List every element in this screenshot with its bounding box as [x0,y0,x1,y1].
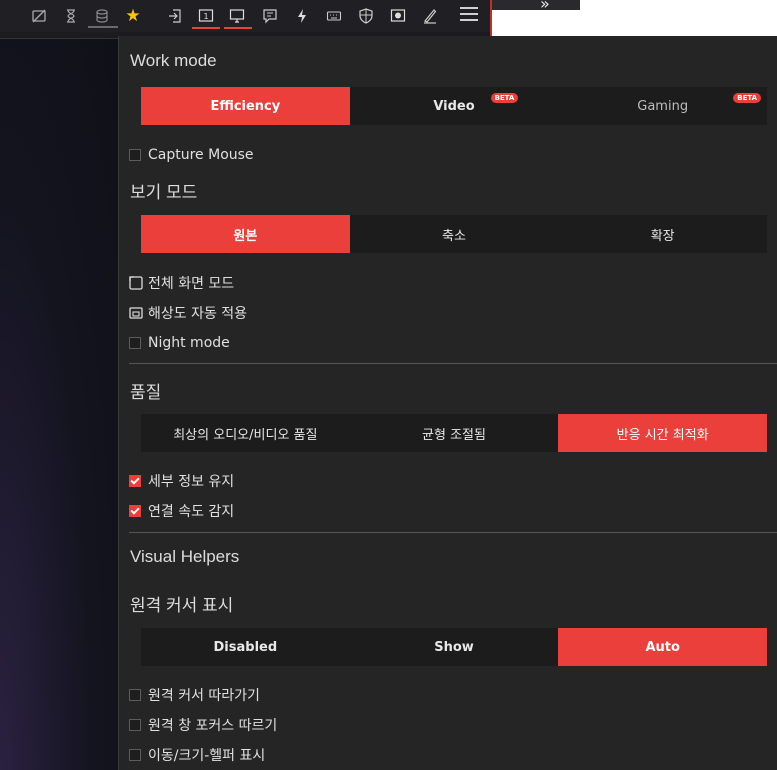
follow-cursor-label: 원격 커서 따라가기 [148,688,260,704]
move-resize-helper-option[interactable]: 이동/크기-헬퍼 표시 [129,745,265,765]
pen-icon[interactable] [417,4,443,28]
work-mode-video[interactable]: Video BETA [350,87,559,125]
quality-selector: 최상의 오디오/비디오 품질 균형 조절됨 반응 시간 최적화 [141,414,768,452]
work-mode-gaming[interactable]: Gaming BETA [558,87,767,125]
view-mode-original[interactable]: 원본 [141,215,350,253]
remote-desktop-background [0,38,118,770]
night-mode-label: Night mode [148,335,230,351]
chat-icon[interactable] [257,4,283,28]
capture-mouse-label: Capture Mouse [148,147,254,163]
move-resize-helper-label: 이동/크기-헬퍼 표시 [148,748,266,764]
keep-details-option[interactable]: 세부 정보 유지 [129,471,234,491]
quality-balanced[interactable]: 균형 조절됨 [350,414,559,452]
detect-speed-label: 연결 속도 감지 [148,504,235,520]
follow-focus-label: 원격 창 포커스 따르기 [148,718,278,734]
night-mode-checkbox[interactable] [129,337,141,349]
work-mode-title: Work mode [130,51,217,70]
menu-icon[interactable] [460,7,478,25]
auto-resolution-label: 해상도 자동 적용 [148,306,248,322]
lightning-icon[interactable] [289,4,315,28]
capture-mouse-checkbox[interactable] [129,149,141,161]
auto-resolution-option[interactable]: 해상도 자동 적용 [129,303,247,323]
eye-off-icon[interactable] [26,4,52,28]
view-mode-expand[interactable]: 확장 [558,215,767,253]
keep-details-checkbox[interactable] [129,475,141,487]
view-mode-shrink[interactable]: 축소 [350,215,559,253]
hourglass-icon[interactable] [58,4,84,28]
beta-badge: BETA [733,93,762,103]
follow-focus-checkbox[interactable] [129,719,141,731]
fullscreen-option[interactable]: 전체 화면 모드 [129,273,234,293]
keep-details-label: 세부 정보 유지 [148,474,235,490]
capture-mouse-option[interactable]: Capture Mouse [129,145,254,165]
screen-1-icon[interactable]: 1 [193,4,219,28]
database-icon[interactable] [89,4,115,28]
view-mode-title: 보기 모드 [130,183,198,202]
detect-speed-option[interactable]: 연결 속도 감지 [129,501,234,521]
keyboard-icon[interactable] [321,4,347,28]
record-icon[interactable] [385,4,411,28]
follow-cursor-option[interactable]: 원격 커서 따라가기 [129,685,260,705]
night-mode-option[interactable]: Night mode [129,333,230,353]
work-mode-efficiency[interactable]: Efficiency [141,87,350,125]
cursor-show[interactable]: Show [350,628,559,666]
divider [129,532,777,533]
cursor-auto[interactable]: Auto [558,628,768,666]
follow-focus-option[interactable]: 원격 창 포커스 따르기 [129,715,277,735]
cursor-disabled[interactable]: Disabled [141,628,350,666]
fullscreen-label: 전체 화면 모드 [148,276,235,292]
work-mode-gaming-label: Gaming [637,98,689,114]
settings-panel: Work mode Efficiency Video BETA Gaming B… [118,36,777,770]
resolution-icon [129,306,143,320]
view-mode-selector: 원본 축소 확장 [141,215,767,253]
work-mode-video-label: Video [433,98,475,114]
detect-speed-checkbox[interactable] [129,505,141,517]
fullscreen-icon [129,276,143,290]
beta-badge: BETA [490,93,519,103]
shield-icon[interactable] [353,4,379,28]
monitor-icon[interactable] [224,4,250,28]
top-toolbar: ★ 1 [0,0,492,32]
star-icon[interactable]: ★ [120,4,146,28]
overflow-icon[interactable]: » [540,0,550,13]
divider [129,363,777,364]
follow-cursor-checkbox[interactable] [129,689,141,701]
quality-title: 품질 [130,383,162,402]
quality-best[interactable]: 최상의 오디오/비디오 품질 [141,414,350,452]
remote-cursor-title: 원격 커서 표시 [130,596,234,615]
login-icon[interactable] [162,4,188,28]
quality-response[interactable]: 반응 시간 최적화 [558,414,768,452]
screen-number: 1 [203,12,208,21]
visual-helpers-title: Visual Helpers [130,547,240,566]
move-resize-helper-checkbox[interactable] [129,749,141,761]
remote-cursor-selector: Disabled Show Auto [141,628,768,666]
work-mode-selector: Efficiency Video BETA Gaming BETA [141,87,767,125]
